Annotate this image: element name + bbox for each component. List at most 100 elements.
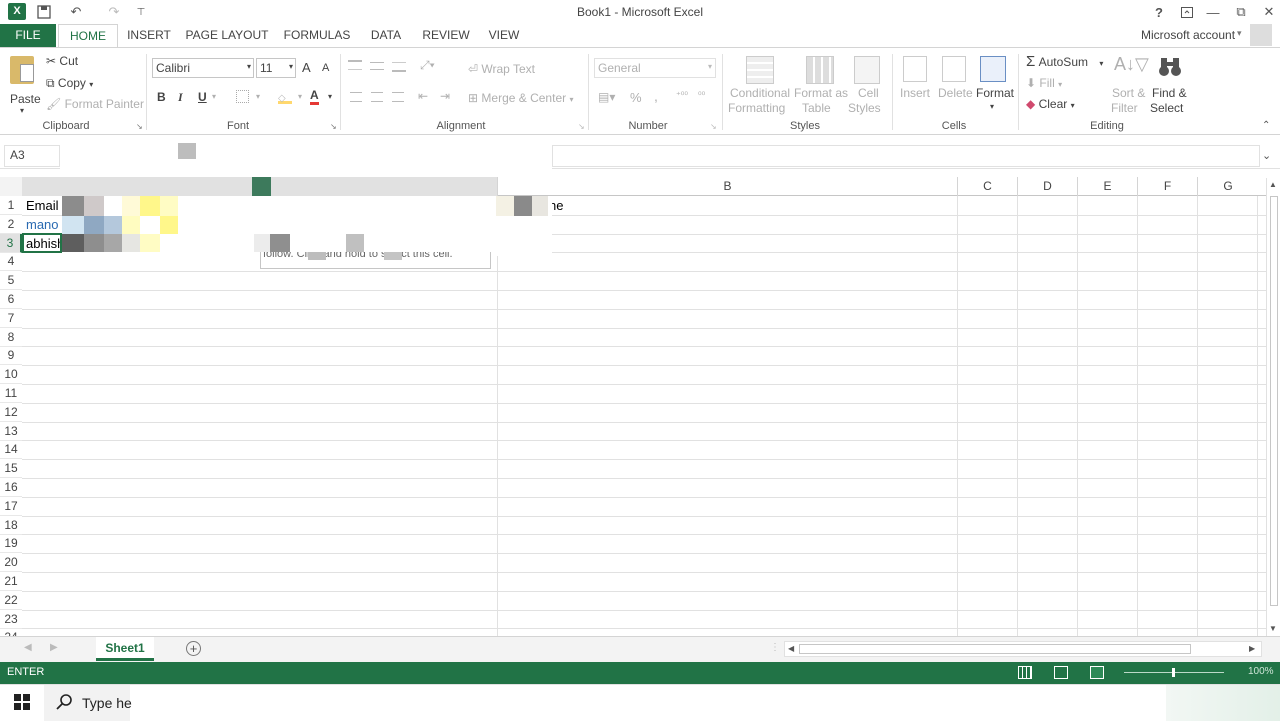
fill-color-icon[interactable]: ◇ [278,90,292,104]
row-header-19[interactable]: 19 [0,534,22,554]
scroll-down-icon[interactable]: ▼ [1269,624,1277,633]
zoom-level[interactable]: 100% [1248,666,1274,677]
bottom-align-icon[interactable] [392,62,406,72]
tab-page-layout[interactable]: PAGE LAYOUT [184,24,270,47]
collapse-ribbon-icon[interactable]: ⌃ [1262,120,1270,131]
scroll-up-icon[interactable]: ▲ [1269,180,1277,189]
delete-cells-button[interactable]: Delete [936,54,973,116]
restore-button[interactable]: ⧉ [1228,2,1254,22]
account-link[interactable]: Microsoft account [1141,28,1235,42]
number-launcher-icon[interactable]: ↘ [710,122,717,131]
row-header-23[interactable]: 23 [0,610,22,629]
column-header-c[interactable]: C [958,177,1018,196]
cell-a1[interactable]: Email [26,198,62,213]
row-header-15[interactable]: 15 [0,459,22,479]
row-header-17[interactable]: 17 [0,497,22,516]
row-header-5[interactable]: 5 [0,271,22,291]
paste-button[interactable]: Paste ▾ [6,54,41,115]
expand-formula-bar-icon[interactable]: ⌄ [1262,149,1271,162]
fill-color-dropdown-icon[interactable]: ▾ [298,92,302,101]
middle-align-icon[interactable] [370,62,384,70]
underline-button[interactable]: U [198,90,207,104]
row-header-11[interactable]: 11 [0,384,22,403]
column-header-d[interactable]: D [1018,177,1078,196]
cut-button[interactable]: ✂ Cut [46,54,78,68]
taskbar-search-box[interactable]: Type he [44,685,132,721]
row-header-1[interactable]: 1 [0,196,22,215]
borders-dropdown-icon[interactable]: ▾ [256,92,260,101]
formula-input[interactable] [552,145,1260,167]
row-header-2[interactable]: 2 [0,215,22,234]
orientation-icon[interactable]: ⤢▾ [420,58,435,73]
add-sheet-button[interactable]: + [186,641,201,656]
scroll-left-icon[interactable]: ◀ [788,644,794,653]
fill-button[interactable]: ⬇ Fill ▾ [1026,76,1062,90]
underline-dropdown-icon[interactable]: ▾ [212,92,216,101]
row-header-9[interactable]: 9 [0,346,22,366]
account-dropdown-icon[interactable]: ▾ [1237,28,1242,39]
borders-icon[interactable] [236,90,249,103]
row-header-22[interactable]: 22 [0,591,22,610]
row-header-8[interactable]: 8 [0,328,22,347]
align-right-icon[interactable] [392,92,404,102]
column-header-g[interactable]: G [1198,177,1258,196]
column-header-f[interactable]: F [1138,177,1198,196]
row-header-18[interactable]: 18 [0,516,22,535]
font-color-icon[interactable]: A [310,89,319,105]
percent-button[interactable]: % [630,90,642,105]
find-select-button[interactable]: Find & Select [1148,54,1192,116]
scroll-thumb[interactable] [1270,196,1278,606]
comma-button[interactable]: , [654,88,658,104]
ribbon-display-options-icon[interactable] [1174,2,1200,22]
sort-filter-button[interactable]: A↓▽ Sort & Filter [1108,54,1150,116]
copy-button[interactable]: ⧉ Copy ▾ [46,76,93,91]
font-size-select[interactable]: 11 ▾ [256,58,296,78]
sheet-tab-sheet1[interactable]: Sheet1 [96,637,154,661]
row-header-14[interactable]: 14 [0,440,22,460]
tab-view[interactable]: VIEW [486,24,522,47]
increase-decimal-icon[interactable]: ⁺⁰⁰ [676,90,688,101]
vertical-scrollbar[interactable]: ▲ ▼ [1266,178,1280,636]
row-header-12[interactable]: 12 [0,403,22,422]
minimize-button[interactable]: — [1200,2,1226,22]
tab-data[interactable]: DATA [366,24,406,47]
row-header-4[interactable]: 4 [0,252,22,272]
row-header-16[interactable]: 16 [0,478,22,497]
align-left-icon[interactable] [350,92,362,102]
format-cells-button[interactable]: Format ▾ [974,54,1014,116]
alignment-launcher-icon[interactable]: ↘ [578,122,585,131]
row-header-13[interactable]: 13 [0,422,22,441]
close-button[interactable]: ✕ [1256,2,1280,22]
font-color-dropdown-icon[interactable]: ▾ [328,92,332,101]
tab-review[interactable]: REVIEW [420,24,472,47]
format-as-table-button[interactable]: Format as Table [794,54,848,116]
horizontal-scroll-thumb[interactable] [799,644,1191,654]
scroll-right-icon[interactable]: ▶ [1249,644,1255,653]
number-format-select[interactable]: General ▾ [594,58,716,78]
font-name-select[interactable]: Calibri ▾ [152,58,254,78]
avatar[interactable] [1250,24,1272,46]
align-center-icon[interactable] [371,92,383,102]
windows-start-icon[interactable] [14,694,30,710]
decrease-indent-icon[interactable]: ⇤ [418,89,428,103]
tab-formulas[interactable]: FORMULAS [282,24,352,47]
bold-button[interactable]: B [157,90,166,104]
prev-sheet-icon[interactable]: ◀ [24,642,32,653]
cell-a2[interactable]: mano [26,217,62,232]
clear-button[interactable]: ◆ Clear ▾ [1026,97,1075,111]
autosum-button[interactable]: Σ AutoSum ▾ [1026,53,1103,70]
select-all-corner[interactable] [0,177,22,196]
tabs-split-handle[interactable]: ⋮ [770,642,780,653]
clipboard-launcher-icon[interactable]: ↘ [136,122,143,131]
cell-styles-button[interactable]: Cell Styles [846,54,888,116]
page-layout-view-icon[interactable] [1054,666,1068,679]
page-break-view-icon[interactable] [1090,666,1104,679]
row-header-3[interactable]: 3 [0,233,22,253]
accounting-format-icon[interactable]: ▤▾ [598,90,615,104]
tab-file[interactable]: FILE [0,24,56,47]
help-button[interactable]: ? [1146,2,1172,22]
normal-view-icon[interactable] [1018,666,1032,679]
tab-home[interactable]: HOME [58,24,118,48]
insert-cells-button[interactable]: Insert [898,54,932,116]
merge-center-button[interactable]: ⊞ Merge & Center ▾ [468,91,573,105]
